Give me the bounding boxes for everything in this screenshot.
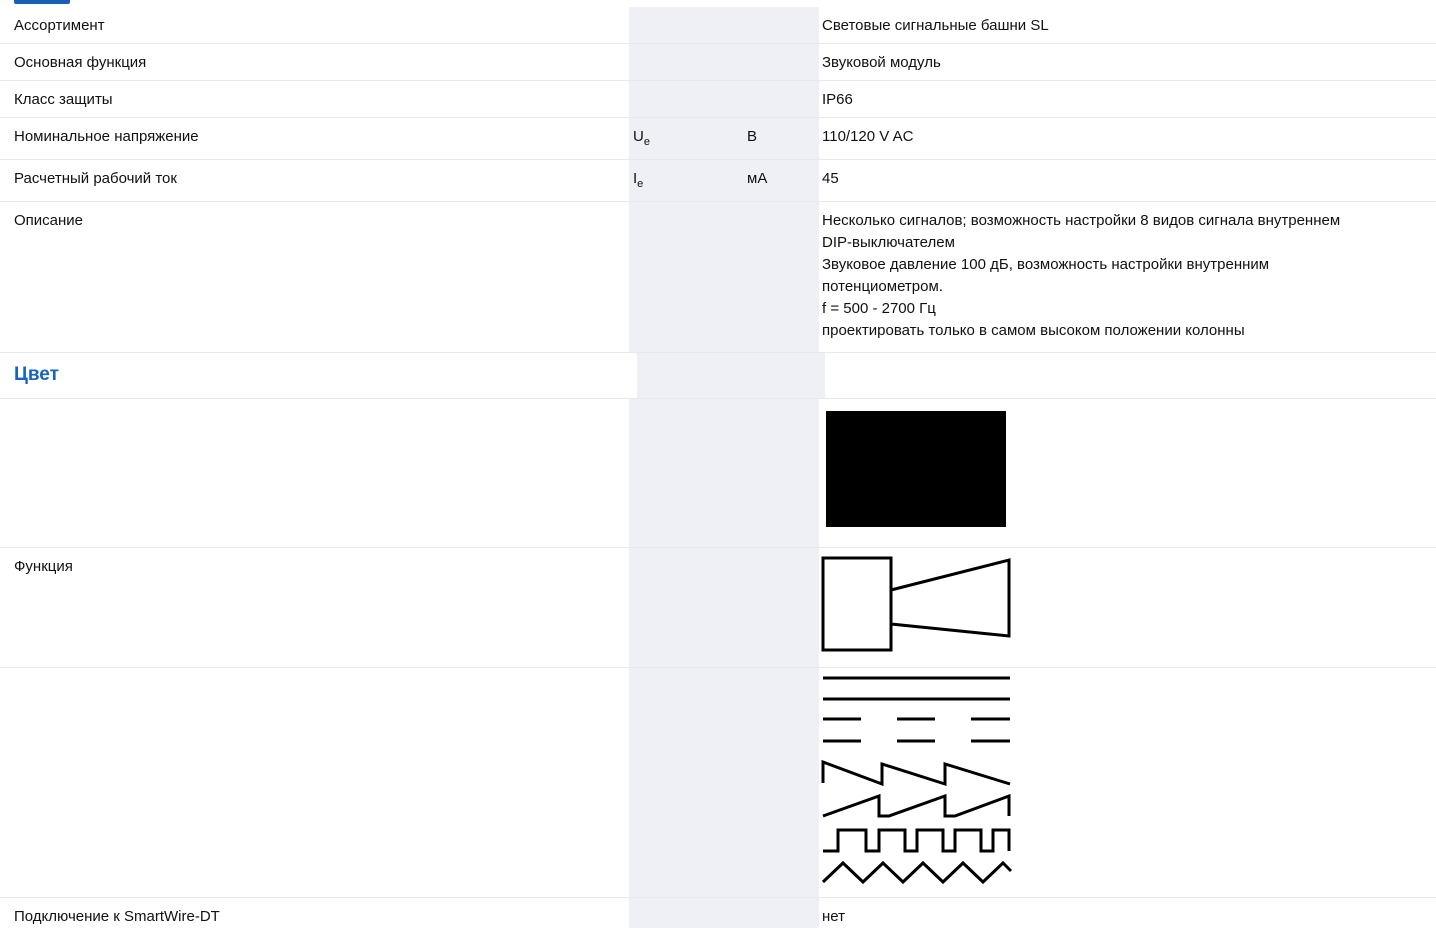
spec-label: Основная функция <box>14 54 147 71</box>
description-line: потенциометром. <box>822 278 943 295</box>
spec-label: Ассортимент <box>14 17 105 34</box>
spec-label <box>0 399 629 547</box>
spec-symbol <box>629 202 743 352</box>
spec-unit <box>743 202 819 352</box>
spec-value: IP66 <box>822 91 853 108</box>
symbol-subscript: e <box>643 136 650 148</box>
spec-row-color-swatch <box>0 399 1436 548</box>
spec-value: Звуковой модуль <box>822 54 941 71</box>
spec-value: Световые сигнальные башни SL <box>822 17 1049 34</box>
spec-symbol <box>629 548 743 667</box>
spec-symbol <box>636 353 750 398</box>
spec-label: Номинальное напряжение <box>14 128 199 145</box>
spec-unit <box>743 7 819 43</box>
spec-unit <box>743 44 819 80</box>
spec-symbol: Ie <box>629 160 743 201</box>
description-line: проектировать только в самом высоком пол… <box>822 322 1245 339</box>
spec-unit <box>743 548 819 667</box>
spec-table: Ассортимент Световые сигнальные башни SL… <box>0 7 1436 928</box>
horn-icon <box>821 556 1011 652</box>
spec-symbol <box>629 81 743 117</box>
spec-row-rated-voltage: Номинальное напряжение Ue В 110/120 V AC <box>0 118 1436 160</box>
section-title: Цвет <box>14 364 59 385</box>
spec-symbol: Ue <box>629 118 743 159</box>
spec-unit <box>749 353 825 398</box>
signal-waveforms-icon <box>821 676 1013 885</box>
spec-row-description: Описание Несколько сигналов; возможность… <box>0 202 1436 353</box>
spec-label: Описание <box>14 212 84 229</box>
spec-row-function: Функция <box>0 548 1436 668</box>
description-line: Несколько сигналов; возможность настройк… <box>822 212 1341 229</box>
product-spec-page: Ассортимент Световые сигнальные башни SL… <box>0 0 1436 928</box>
spec-label: Функция <box>14 558 73 575</box>
spec-unit: мА <box>743 160 819 201</box>
spec-value: 110/120 V AC <box>822 128 914 145</box>
spec-unit <box>743 898 819 928</box>
description-line: f = 500 - 2700 Гц <box>822 300 936 317</box>
spec-symbol <box>629 668 743 897</box>
spec-unit <box>743 668 819 897</box>
spec-value: 45 <box>822 170 839 187</box>
spec-unit: В <box>743 118 819 159</box>
spec-label: Подключение к SmartWire-DT <box>14 908 220 925</box>
spec-row-smartwire: Подключение к SmartWire-DT нет <box>0 898 1436 928</box>
header-accent-bar <box>14 0 70 4</box>
spec-row-rated-current: Расчетный рабочий ток Ie мА 45 <box>0 160 1436 202</box>
description-line: DIP-выключателем <box>822 234 955 251</box>
description-line: Звуковое давление 100 дБ, возможность на… <box>822 256 1270 273</box>
spec-symbol <box>629 7 743 43</box>
spec-row-protection-class: Класс защиты IP66 <box>0 81 1436 118</box>
spec-value <box>825 353 1436 398</box>
symbol-subscript: e <box>637 178 644 190</box>
section-row-color: Цвет <box>0 353 1436 399</box>
description-text: Несколько сигналов; возможность настройк… <box>819 202 1436 352</box>
spec-row-assortment: Ассортимент Световые сигнальные башни SL <box>0 7 1436 44</box>
color-swatch <box>826 411 1006 527</box>
spec-symbol <box>629 898 743 928</box>
spec-symbol <box>629 399 743 547</box>
spec-label <box>0 668 629 897</box>
spec-row-signal-types <box>0 668 1436 898</box>
spec-value: нет <box>822 908 845 925</box>
spec-symbol <box>629 44 743 80</box>
spec-label: Расчетный рабочий ток <box>14 170 177 187</box>
spec-label: Класс защиты <box>14 91 113 108</box>
spec-unit <box>743 81 819 117</box>
symbol-main: U <box>633 128 644 145</box>
spec-unit <box>743 399 819 547</box>
spec-row-main-function: Основная функция Звуковой модуль <box>0 44 1436 81</box>
